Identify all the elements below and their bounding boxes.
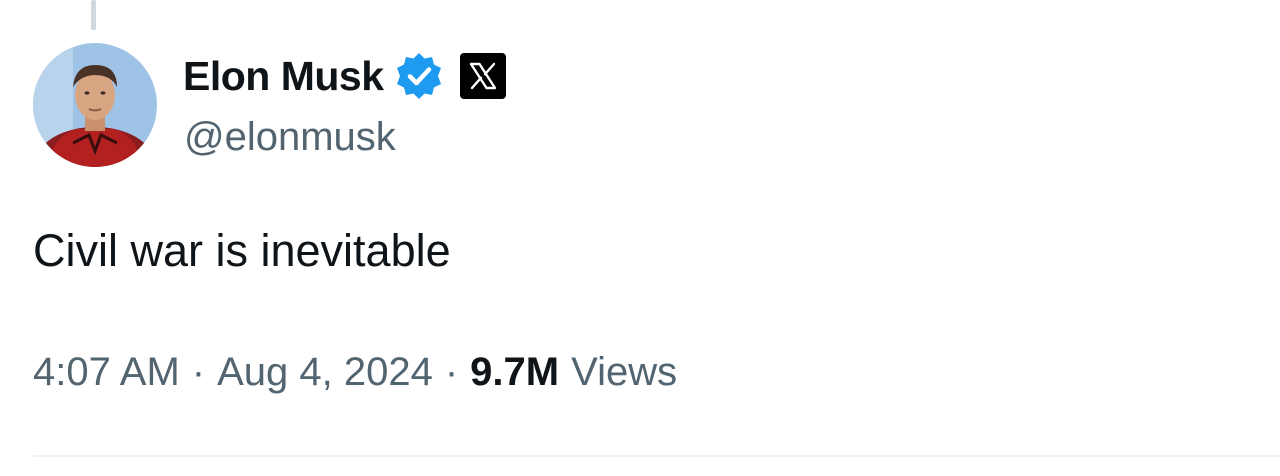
author-name-row: Elon Musk [183, 50, 506, 102]
avatar[interactable] [33, 43, 157, 167]
author-handle[interactable]: @elonmusk [184, 115, 396, 160]
avatar-photo [33, 43, 157, 167]
meta-separator: · [191, 350, 206, 394]
view-count: 9.7M [470, 350, 560, 394]
verified-badge-icon[interactable] [394, 51, 444, 101]
meta-separator: · [444, 350, 459, 394]
tweet-date[interactable]: Aug 4, 2024 [217, 350, 433, 395]
x-logo-icon[interactable] [459, 53, 506, 99]
tweet-time[interactable]: 4:07 AM [33, 350, 180, 395]
views-label: Views [571, 350, 678, 394]
tweet-metadata: 4:07 AM · Aug 4, 2024 · 9.7M Views [33, 350, 677, 395]
divider [33, 455, 1280, 457]
author-display-name[interactable]: Elon Musk [183, 53, 384, 100]
tweet-text: Civil war is inevitable [33, 225, 451, 276]
thread-connector-line [91, 0, 96, 30]
